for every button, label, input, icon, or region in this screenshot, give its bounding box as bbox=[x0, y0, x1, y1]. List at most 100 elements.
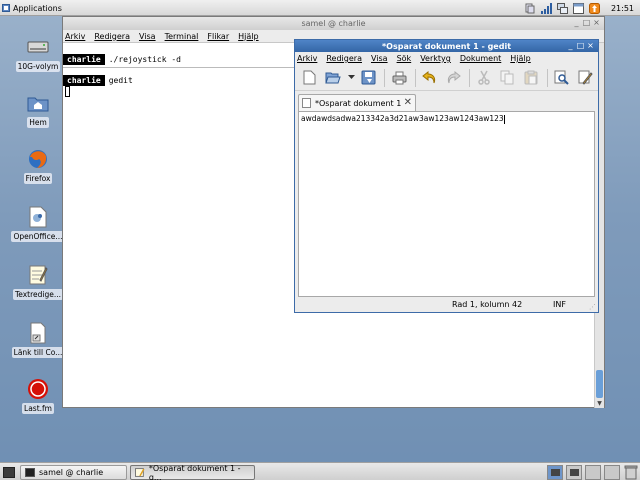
terminal-menu-terminal[interactable]: Terminal bbox=[165, 32, 199, 41]
open-icon[interactable] bbox=[323, 67, 345, 89]
openoffice-icon bbox=[26, 206, 50, 228]
terminal-line: charlie ./rejoystick -d bbox=[63, 53, 295, 66]
desktop-icon-lastfm[interactable]: Last.fm bbox=[10, 378, 66, 414]
gedit-menu-dokument[interactable]: Dokument bbox=[460, 54, 501, 63]
terminal-titlebar[interactable]: samel @ charlie _ □ × bbox=[63, 17, 604, 30]
top-panel: Applications 21:51 bbox=[0, 0, 640, 16]
toolbar-separator bbox=[546, 68, 548, 87]
gedit-window: *Osparat dokument 1 - gedit _ □ × Arkiv … bbox=[294, 39, 599, 313]
cut-icon[interactable] bbox=[473, 67, 495, 89]
workspace-window-preview bbox=[570, 469, 579, 476]
find-icon[interactable] bbox=[551, 67, 573, 89]
gedit-menu-sok[interactable]: Sök bbox=[397, 54, 412, 63]
replace-icon[interactable] bbox=[574, 67, 596, 89]
maximize-button[interactable]: □ bbox=[576, 41, 585, 51]
scroll-down-arrow[interactable]: ▼ bbox=[595, 399, 604, 408]
minimize-button[interactable]: _ bbox=[572, 18, 581, 28]
editor-content: awdawdsadwa213342a3d21aw3aw123aw1243aw12… bbox=[301, 114, 505, 124]
close-icon[interactable]: ✕ bbox=[404, 97, 412, 108]
gedit-menu-visa[interactable]: Visa bbox=[371, 54, 388, 63]
maximize-button[interactable]: □ bbox=[582, 18, 591, 28]
scrollbar-thumb[interactable] bbox=[596, 370, 603, 398]
applications-label: Applications bbox=[13, 3, 62, 13]
paste-icon[interactable] bbox=[520, 67, 542, 89]
terminal-line: charlie gedit bbox=[63, 74, 295, 87]
minimize-button[interactable]: _ bbox=[566, 41, 575, 51]
desktop-icon-link[interactable]: Länk till Co... bbox=[10, 322, 66, 358]
terminal-user: charlie bbox=[63, 54, 105, 65]
terminal-command: gedit bbox=[108, 76, 133, 85]
terminal-menu-arkiv[interactable]: Arkiv bbox=[65, 32, 85, 41]
desktop-icon-label: Last.fm bbox=[22, 403, 54, 414]
undo-icon[interactable] bbox=[419, 67, 441, 89]
network-icon[interactable] bbox=[525, 3, 536, 14]
bottom-panel: samel @ charlie *Osparat dokument 1 - g.… bbox=[0, 462, 640, 480]
taskbar-terminal[interactable]: samel @ charlie bbox=[20, 465, 127, 480]
gedit-titlebar[interactable]: *Osparat dokument 1 - gedit _ □ × bbox=[295, 40, 598, 52]
terminal-title: samel @ charlie bbox=[301, 19, 366, 28]
resize-grip-icon[interactable]: ⋰ bbox=[589, 303, 596, 311]
terminal-user: charlie bbox=[63, 75, 105, 86]
desktop-icon-openoffice[interactable]: OpenOffice... bbox=[10, 206, 66, 242]
gedit-menu-redigera[interactable]: Redigera bbox=[326, 54, 362, 63]
gedit-toolbar bbox=[295, 65, 598, 91]
signal-bars-icon[interactable] bbox=[540, 2, 552, 14]
text-editor-icon bbox=[26, 264, 50, 286]
open-dropdown-icon[interactable] bbox=[346, 67, 356, 89]
drive-icon bbox=[26, 36, 50, 58]
workspace-4[interactable] bbox=[604, 465, 620, 480]
desktop-icon-label: OpenOffice... bbox=[11, 231, 65, 242]
document-tab[interactable]: *Osparat dokument 1 ✕ bbox=[298, 94, 416, 111]
terminal-icon bbox=[25, 468, 35, 477]
taskbar-label: samel @ charlie bbox=[39, 468, 104, 477]
gedit-menu-verktyg[interactable]: Verktyg bbox=[420, 54, 451, 63]
desktop-icon-label: Firefox bbox=[23, 173, 53, 184]
terminal-tab-divider bbox=[63, 67, 295, 68]
gedit-menu-hjalp[interactable]: Hjälp bbox=[510, 54, 530, 63]
link-icon bbox=[26, 322, 50, 344]
applications-menu[interactable]: Applications bbox=[2, 2, 62, 14]
update-notifier-icon[interactable] bbox=[588, 2, 600, 14]
close-button[interactable]: × bbox=[592, 18, 601, 28]
clock[interactable]: 21:51 bbox=[611, 4, 634, 13]
desktop-icon-text-editor[interactable]: Textredige... bbox=[10, 264, 66, 300]
new-document-icon[interactable] bbox=[299, 67, 321, 89]
applications-icon bbox=[2, 4, 10, 12]
close-button[interactable]: × bbox=[586, 41, 595, 51]
desktop-icon-home[interactable]: Hem bbox=[10, 92, 66, 128]
trash-icon[interactable] bbox=[624, 465, 638, 480]
lastfm-icon bbox=[26, 378, 50, 400]
terminal-menu-visa[interactable]: Visa bbox=[139, 32, 156, 41]
redo-icon[interactable] bbox=[443, 67, 465, 89]
insert-mode: INF bbox=[553, 300, 566, 309]
save-icon[interactable] bbox=[358, 67, 380, 89]
workspace-1[interactable] bbox=[547, 465, 563, 480]
taskbar-gedit[interactable]: *Osparat dokument 1 - g... bbox=[130, 464, 255, 480]
workspace-switcher bbox=[544, 465, 620, 480]
terminal-menu-hjalp[interactable]: Hjälp bbox=[238, 32, 258, 41]
window-icon[interactable] bbox=[572, 2, 584, 14]
desktop-icon-volume[interactable]: 10G-volym bbox=[10, 36, 66, 72]
gedit-menubar: Arkiv Redigera Visa Sök Verktyg Dokument… bbox=[295, 52, 598, 65]
text-editor-area[interactable]: awdawdsadwa213342a3d21aw3aw123aw1243aw12… bbox=[298, 111, 595, 297]
editor-text: awdawdsadwa213342a3d21aw3aw123aw1243aw12… bbox=[301, 114, 504, 123]
toolbar-separator bbox=[415, 68, 417, 87]
gedit-menu-arkiv[interactable]: Arkiv bbox=[297, 54, 317, 63]
network-manager-icon[interactable] bbox=[556, 2, 568, 14]
desktop-icon-label: Textredige... bbox=[12, 289, 64, 300]
copy-icon[interactable] bbox=[497, 67, 519, 89]
gedit-statusbar: Rad 1, kolumn 42 INF ⋰ bbox=[295, 297, 598, 312]
terminal-menu-flikar[interactable]: Flikar bbox=[207, 32, 229, 41]
gedit-title: *Osparat dokument 1 - gedit bbox=[381, 41, 512, 51]
terminal-menu-redigera[interactable]: Redigera bbox=[94, 32, 130, 41]
workspace-2[interactable] bbox=[566, 465, 582, 480]
workspace-3[interactable] bbox=[585, 465, 601, 480]
document-icon bbox=[302, 98, 311, 108]
print-icon[interactable] bbox=[388, 67, 410, 89]
toolbar-separator bbox=[384, 68, 386, 87]
desktop-icon-firefox[interactable]: Firefox bbox=[10, 148, 66, 184]
workspace-window-preview bbox=[551, 469, 560, 476]
firefox-icon bbox=[26, 148, 50, 170]
system-tray: 21:51 bbox=[525, 1, 640, 15]
show-desktop-button[interactable] bbox=[3, 467, 15, 478]
